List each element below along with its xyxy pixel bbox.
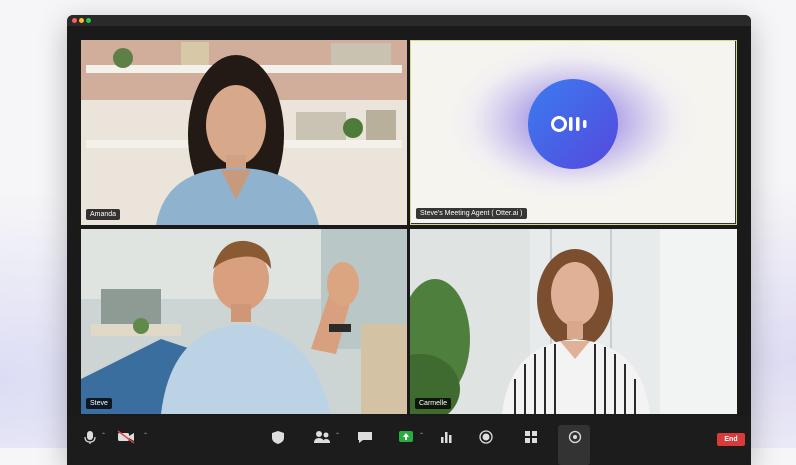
video-camera-off-icon[interactable] [115, 429, 137, 445]
chat-icon[interactable] [354, 429, 376, 445]
close-window-icon[interactable] [72, 18, 77, 23]
amanda-video [81, 40, 407, 225]
steve-video [81, 229, 407, 414]
participants-options-caret[interactable]: ⌃ [335, 432, 340, 439]
participant-name-tag: Carmelle [415, 398, 452, 409]
otter-logo-icon [528, 79, 618, 169]
maximize-window-icon[interactable] [86, 18, 91, 23]
microphone-icon[interactable] [79, 429, 101, 445]
participants-icon[interactable] [311, 429, 333, 445]
minimize-window-icon[interactable] [79, 18, 84, 23]
security-shield-icon[interactable] [267, 429, 289, 445]
video-tile-amanda[interactable]: Amanda [81, 40, 407, 225]
meeting-window: Amanda Steve's Meeting Agent (Otter.ai … [67, 15, 751, 465]
share-screen-icon[interactable] [395, 429, 417, 445]
participant-name-tag: Steve's Meeting Agent ( Otter.ai ) [416, 208, 527, 219]
apps-icon[interactable] [564, 429, 586, 445]
share-options-caret[interactable]: ⌃ [419, 432, 424, 439]
record-icon[interactable] [475, 429, 497, 445]
title-bar [67, 15, 751, 26]
video-tile-steve[interactable]: Steve [81, 229, 407, 414]
participant-name-tag: Steve [86, 398, 112, 409]
otter-agent-video [411, 41, 735, 223]
audio-options-caret[interactable]: ⌃ [101, 432, 106, 439]
video-options-caret[interactable]: ⌃ [143, 432, 148, 439]
video-tile-carmelle[interactable]: Carmelle [410, 229, 737, 414]
end-meeting-button[interactable]: End [717, 433, 745, 446]
breakout-rooms-icon[interactable] [520, 429, 542, 445]
video-tile-meeting-agent[interactable]: Steve's Meeting Agent ( Otter.ai ) [410, 40, 737, 225]
polls-icon[interactable] [435, 429, 457, 445]
carmelle-video [410, 229, 737, 414]
participant-name-tag: Amanda [86, 209, 121, 220]
meeting-toolbar: ⌃ ⌃ ⌃ ⌃ [67, 417, 751, 465]
